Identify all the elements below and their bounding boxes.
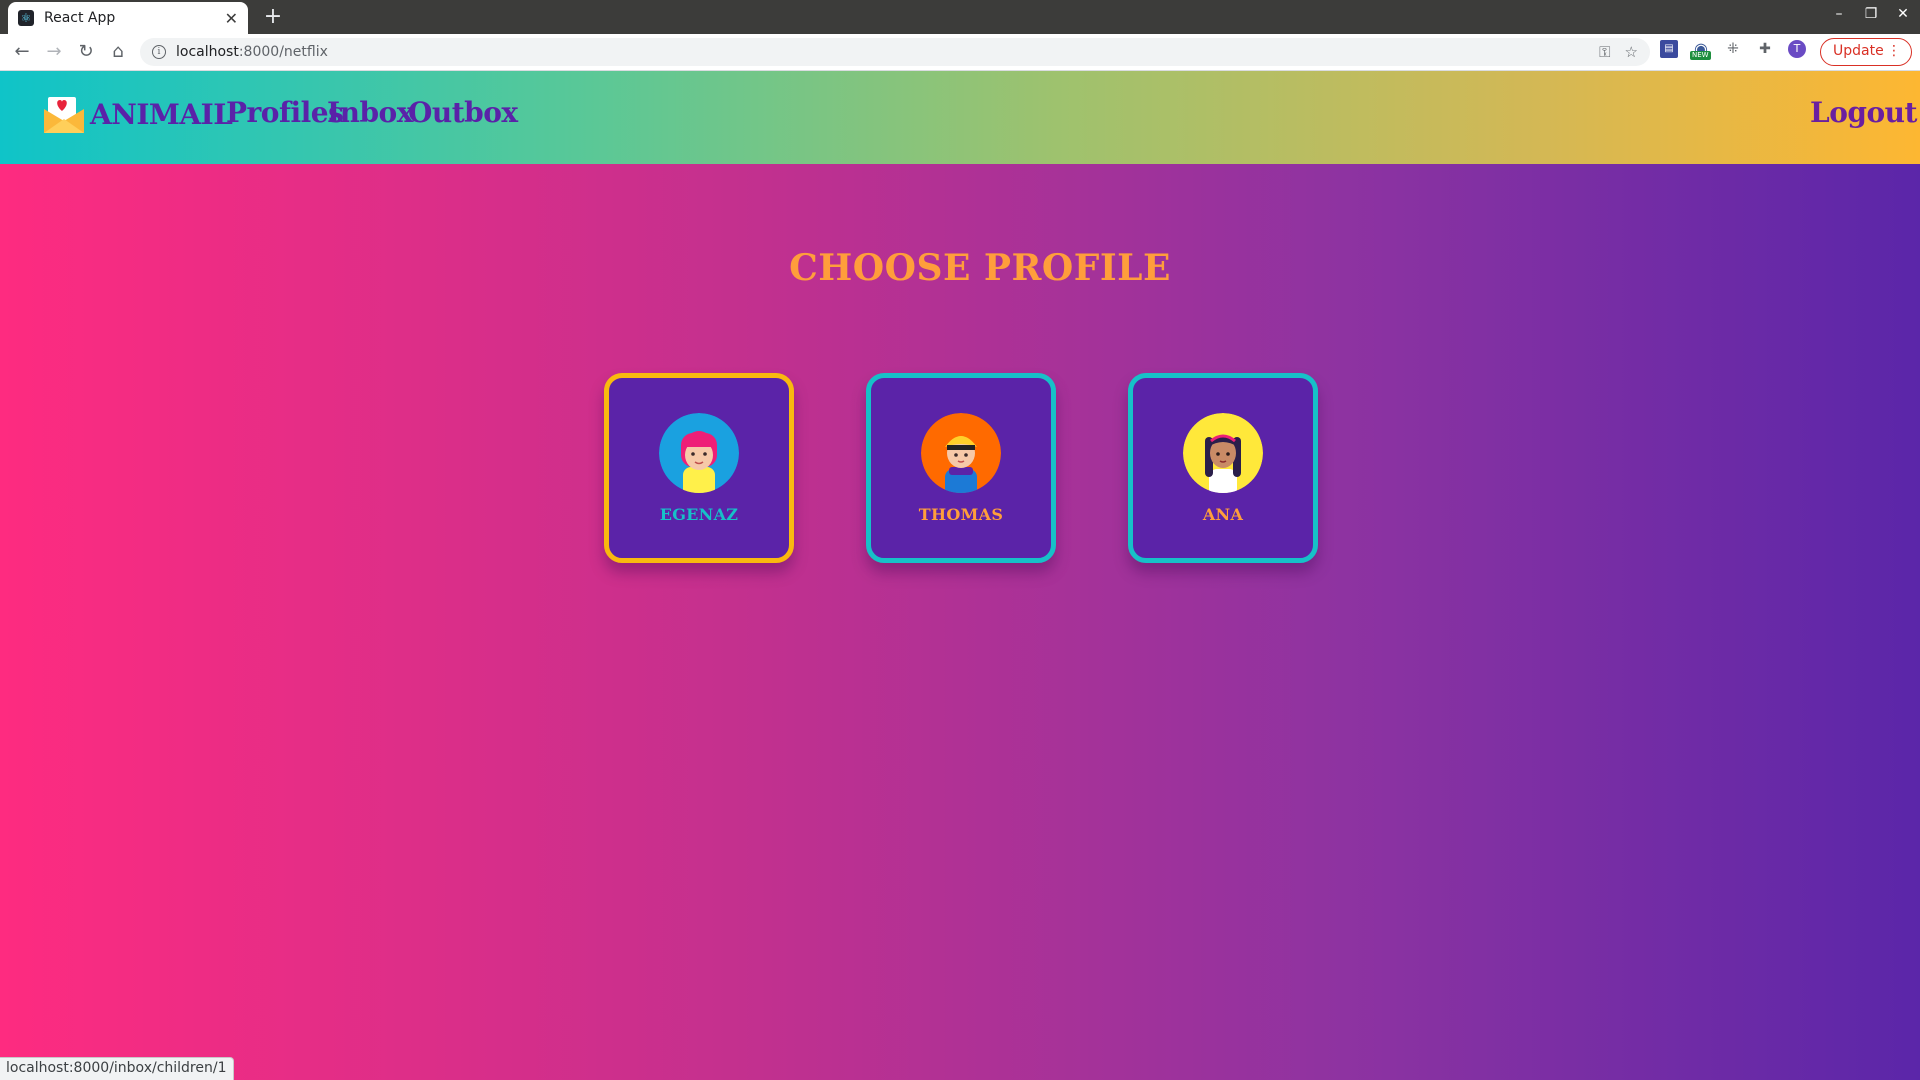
reload-icon[interactable]: ↻ xyxy=(74,40,98,64)
url-text[interactable]: localhost:8000/netflix xyxy=(176,44,1585,60)
home-icon[interactable]: ⌂ xyxy=(106,40,130,64)
app-page: ANIMAIL Profiles Inbox Outbox Logout CHO… xyxy=(0,71,1920,1080)
translate-extension-icon[interactable]: ▤ xyxy=(1660,40,1678,58)
brand-logo[interactable]: ANIMAIL xyxy=(44,95,233,133)
browser-tab[interactable]: ⚛ React App ✕ xyxy=(8,2,248,34)
profile-card-thomas[interactable]: THOMAS xyxy=(866,373,1056,563)
status-bar-url: localhost:8000/inbox/children/1 xyxy=(0,1057,234,1080)
girl-braids-avatar-icon xyxy=(1183,412,1263,493)
profile-card-egenaz[interactable]: EGENAZ xyxy=(604,373,794,563)
react-favicon-icon: ⚛ xyxy=(18,10,34,26)
forward-icon[interactable]: → xyxy=(42,40,66,64)
update-button[interactable]: Update ⋮ xyxy=(1820,38,1912,66)
address-bar[interactable]: i localhost:8000/netflix ⚿ ☆ xyxy=(140,38,1650,66)
puzzle-extensions-icon[interactable]: ✚ xyxy=(1756,40,1774,58)
tab-title: React App xyxy=(44,10,116,26)
site-info-icon[interactable]: i xyxy=(152,45,166,59)
new-tab-button[interactable]: + xyxy=(260,4,286,30)
tab-close-icon[interactable]: ✕ xyxy=(225,9,238,28)
brand-name: ANIMAIL xyxy=(90,97,233,131)
boy-avatar-icon xyxy=(921,412,1001,493)
app-header: ANIMAIL Profiles Inbox Outbox Logout xyxy=(0,71,1920,164)
nav-outbox[interactable]: Outbox xyxy=(408,96,518,129)
nav-profiles[interactable]: Profiles xyxy=(226,96,344,129)
vpn-extension-icon[interactable]: ◉ NEW xyxy=(1690,40,1711,60)
profile-avatar-icon[interactable]: T xyxy=(1788,40,1806,58)
page-title: CHOOSE PROFILE xyxy=(789,247,1171,289)
profile-list: EGENAZ THOMAS ANA xyxy=(604,373,1318,563)
profile-card-ana[interactable]: ANA xyxy=(1128,373,1318,563)
close-window-icon[interactable]: ✕ xyxy=(1894,6,1912,22)
window-controls: – ❐ ✕ xyxy=(1830,6,1912,22)
nav-inbox[interactable]: Inbox xyxy=(327,96,413,129)
profile-name: ANA xyxy=(1202,504,1244,524)
browser-tab-bar: ⚛ React App ✕ + – ❐ ✕ xyxy=(0,0,1920,34)
maximize-icon[interactable]: ❐ xyxy=(1862,6,1880,22)
girl-avatar-icon xyxy=(659,412,739,493)
extensions-area: ▤ ◉ NEW ⁜ ✚ T xyxy=(1660,40,1806,60)
profile-name: THOMAS xyxy=(918,504,1004,524)
dropbox-extension-icon[interactable]: ⁜ xyxy=(1724,40,1742,58)
logout-button[interactable]: Logout xyxy=(1810,96,1917,129)
bookmark-star-icon[interactable]: ☆ xyxy=(1625,43,1638,61)
envelope-heart-icon xyxy=(44,97,84,133)
minimize-icon[interactable]: – xyxy=(1830,6,1848,22)
key-icon[interactable]: ⚿ xyxy=(1599,43,1610,61)
menu-dots-icon: ⋮ xyxy=(1887,43,1901,59)
browser-toolbar: ← → ↻ ⌂ i localhost:8000/netflix ⚿ ☆ ▤ ◉… xyxy=(0,34,1920,71)
profile-name: EGENAZ xyxy=(659,504,739,524)
back-icon[interactable]: ← xyxy=(10,40,34,64)
